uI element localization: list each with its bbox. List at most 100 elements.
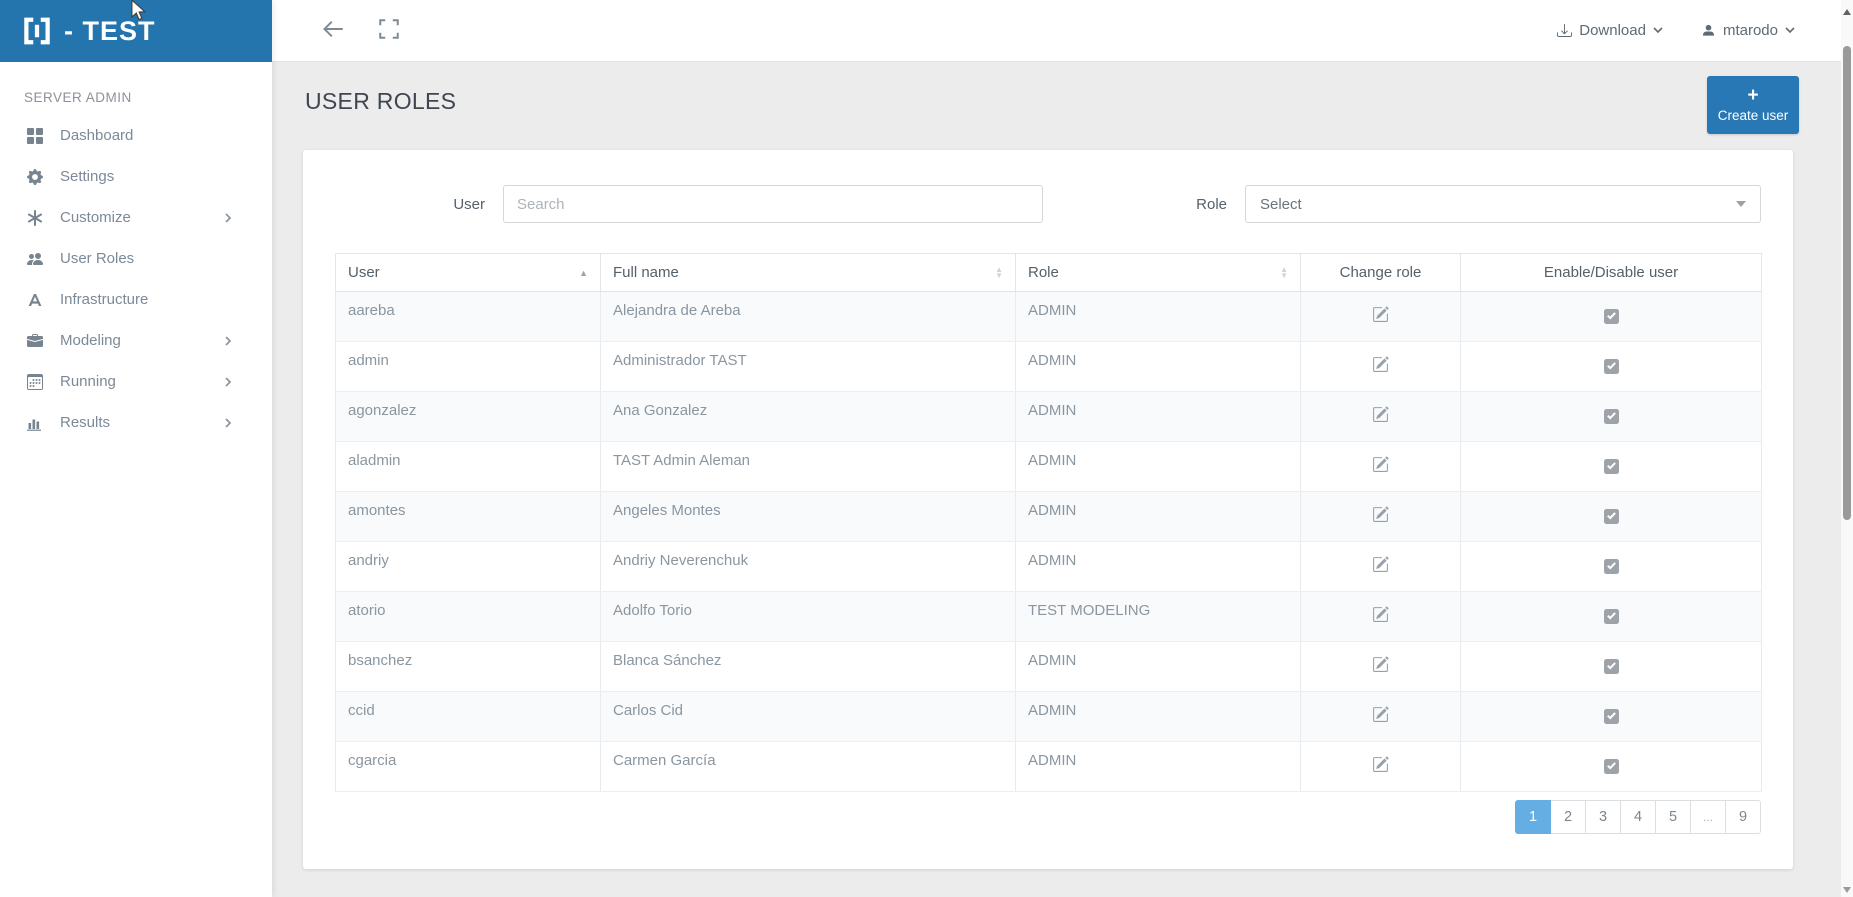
arrow-left-icon	[322, 19, 344, 42]
pagination-page-3[interactable]: 3	[1585, 800, 1621, 834]
sidebar-item-customize[interactable]: Customize	[0, 197, 272, 238]
change-role-button[interactable]	[1372, 756, 1389, 776]
change-role-button[interactable]	[1372, 306, 1389, 326]
download-dropdown[interactable]: Download	[1557, 22, 1663, 39]
check-icon	[1606, 658, 1617, 675]
sidebar-item-user-roles[interactable]: User Roles	[0, 238, 272, 279]
cell-role: ADMIN	[1015, 291, 1301, 342]
column-header-full-name[interactable]: Full name ▲ ▼	[600, 253, 1016, 292]
check-icon	[1606, 708, 1617, 725]
gear-icon	[26, 168, 44, 186]
sidebar-item-dashboard[interactable]: Dashboard	[0, 115, 272, 156]
sidebar-item-modeling[interactable]: Modeling	[0, 320, 272, 361]
change-role-button[interactable]	[1372, 406, 1389, 426]
cell-full-name: TAST Admin Aleman	[600, 441, 1016, 492]
cell-role: ADMIN	[1015, 441, 1301, 492]
dashboard-icon	[26, 127, 44, 145]
cell-change-role	[1300, 591, 1461, 642]
pagination-page-2[interactable]: 2	[1550, 800, 1586, 834]
pagination-page-9[interactable]: 9	[1725, 800, 1761, 834]
cell-user: aareba	[335, 291, 601, 342]
logo-text: - TEST	[64, 15, 156, 46]
enable-user-checkbox[interactable]	[1603, 509, 1619, 524]
cell-user: ccid	[335, 691, 601, 742]
column-header-user[interactable]: User ▲	[335, 253, 601, 292]
back-button[interactable]	[318, 15, 348, 46]
scrollbar-thumb[interactable]	[1843, 46, 1851, 520]
chevron-down-icon	[1785, 27, 1795, 34]
table-row: aladmin TAST Admin Aleman ADMIN	[335, 441, 1762, 492]
edit-icon	[1372, 506, 1389, 526]
change-role-button[interactable]	[1372, 456, 1389, 476]
cell-enable-disable	[1460, 391, 1762, 442]
edit-icon	[1372, 756, 1389, 776]
enable-user-checkbox[interactable]	[1603, 759, 1619, 774]
infrastructure-icon	[26, 291, 44, 309]
enable-user-checkbox[interactable]	[1603, 459, 1619, 474]
scroll-down-arrow-icon[interactable]	[1843, 887, 1851, 893]
page-title: USER ROLES	[305, 88, 457, 114]
enable-user-checkbox[interactable]	[1603, 408, 1619, 425]
cell-enable-disable	[1460, 541, 1762, 592]
edit-icon	[1372, 556, 1389, 576]
cell-change-role	[1300, 691, 1461, 742]
enable-user-checkbox[interactable]	[1603, 559, 1619, 574]
pagination-page-5[interactable]: 5	[1655, 800, 1691, 834]
column-header-role[interactable]: Role ▲ ▼	[1015, 253, 1301, 292]
sidebar-item-label: Settings	[60, 168, 115, 185]
edit-icon	[1372, 306, 1389, 326]
download-label: Download	[1579, 22, 1646, 39]
pagination-ellipsis: ...	[1690, 800, 1726, 834]
user-filter-label: User	[453, 195, 485, 213]
cell-full-name: Adolfo Torio	[600, 591, 1016, 642]
enable-user-checkbox[interactable]	[1603, 658, 1619, 675]
create-user-button[interactable]: + Create user	[1707, 76, 1799, 134]
sort-asc-icon: ▲	[579, 267, 588, 278]
pagination: 1 2 3 4 5... 9	[335, 800, 1761, 854]
change-role-button[interactable]	[1372, 356, 1389, 376]
sidebar-item-running[interactable]: Running	[0, 361, 272, 402]
table-row: aareba Alejandra de Areba ADMIN	[335, 291, 1762, 342]
sidebar-item-label: Running	[60, 373, 116, 390]
brand-icon	[22, 16, 52, 46]
check-icon	[1606, 408, 1617, 425]
sidebar-item-infrastructure[interactable]: Infrastructure	[0, 279, 272, 320]
table-row: cgarcia Carmen García ADMIN	[335, 741, 1762, 792]
sidebar-item-label: Infrastructure	[60, 291, 149, 308]
change-role-button[interactable]	[1372, 706, 1389, 726]
pagination-page-4[interactable]: 4	[1620, 800, 1656, 834]
change-role-button[interactable]	[1372, 556, 1389, 576]
table-row: agonzalez Ana Gonzalez ADMIN	[335, 391, 1762, 442]
enable-user-checkbox[interactable]	[1603, 358, 1619, 375]
sidebar-item-label: Customize	[60, 209, 131, 226]
user-search-input[interactable]	[503, 185, 1043, 223]
briefcase-icon	[26, 332, 44, 350]
bar-chart-icon	[26, 414, 44, 432]
user-menu-dropdown[interactable]: mtarodo	[1701, 22, 1795, 39]
pagination-page-1[interactable]: 1	[1515, 800, 1551, 834]
role-select[interactable]: Select	[1245, 185, 1761, 223]
change-role-button[interactable]	[1372, 606, 1389, 626]
enable-user-checkbox[interactable]	[1603, 708, 1619, 725]
cell-full-name: Blanca Sánchez	[600, 641, 1016, 692]
chevron-right-icon	[224, 212, 234, 223]
enable-user-checkbox[interactable]	[1603, 309, 1619, 324]
vertical-scrollbar[interactable]	[1841, 0, 1853, 897]
scroll-up-arrow-icon[interactable]	[1843, 9, 1851, 15]
change-role-button[interactable]	[1372, 656, 1389, 676]
change-role-button[interactable]	[1372, 506, 1389, 526]
chevron-down-icon	[1653, 27, 1663, 34]
sidebar-item-results[interactable]: Results	[0, 402, 272, 443]
sort-icon: ▲ ▼	[1280, 264, 1288, 280]
check-icon	[1606, 358, 1617, 375]
cell-role: ADMIN	[1015, 391, 1301, 442]
cell-role: ADMIN	[1015, 691, 1301, 742]
cell-change-role	[1300, 741, 1461, 792]
create-user-label: Create user	[1717, 107, 1789, 123]
edit-icon	[1372, 406, 1389, 426]
sidebar-item-settings[interactable]: Settings	[0, 156, 272, 197]
fullscreen-button[interactable]	[374, 15, 404, 46]
cell-full-name: Ana Gonzalez	[600, 391, 1016, 442]
enable-user-checkbox[interactable]	[1603, 609, 1619, 624]
sidebar-item-label: User Roles	[60, 250, 135, 267]
